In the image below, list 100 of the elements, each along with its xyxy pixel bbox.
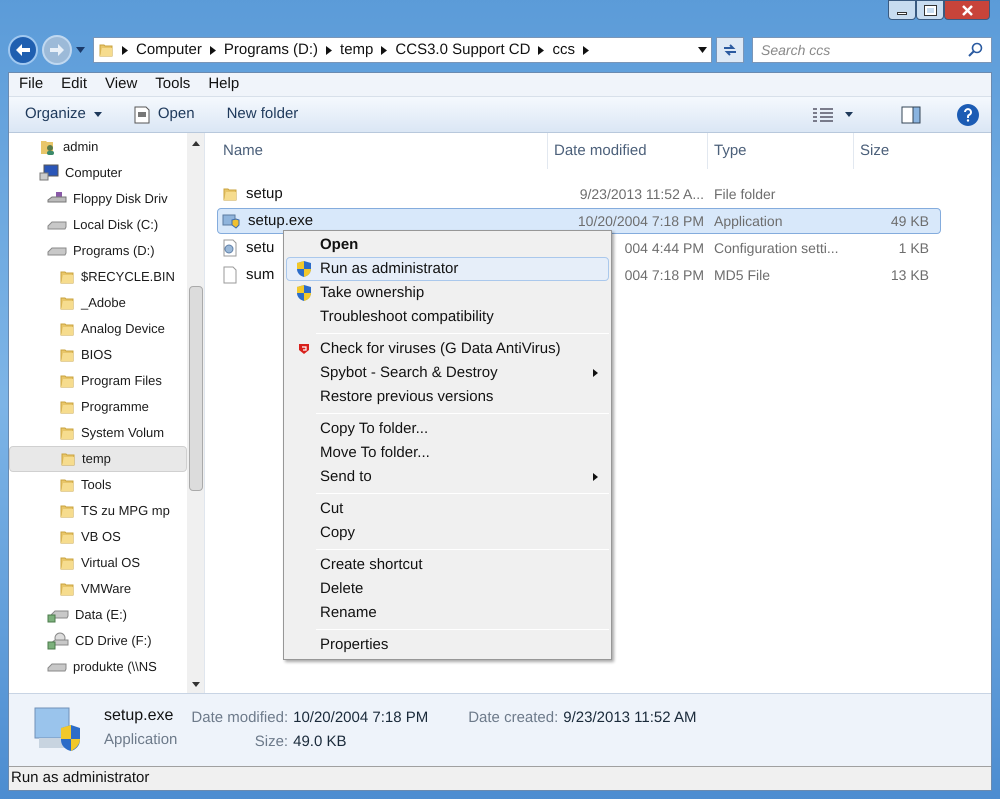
column-header[interactable]: Name: [217, 133, 547, 169]
document-icon: [134, 106, 150, 124]
context-menu-item[interactable]: Check for viruses (G Data AntiVirus): [286, 337, 609, 361]
date-cell-text: 10/20/2004 7:18 PM: [578, 212, 704, 230]
close-button[interactable]: [944, 0, 990, 20]
menu-item[interactable]: File: [11, 73, 52, 96]
search-field[interactable]: Search ccs: [752, 37, 992, 63]
folder-icon: [59, 269, 75, 285]
navigation-item[interactable]: VMWare: [9, 576, 187, 602]
navigation-item[interactable]: CD Drive (F:): [9, 628, 187, 654]
menu-item[interactable]: View: [97, 73, 146, 96]
navigation-item[interactable]: VB OS: [9, 524, 187, 550]
context-menu-item[interactable]: Properties: [286, 633, 609, 657]
context-menu-item[interactable]: Open: [286, 233, 609, 257]
back-button[interactable]: [8, 35, 38, 65]
context-menu-item[interactable]: Take ownership: [286, 281, 609, 305]
size-cell-text: 49 KB: [890, 212, 930, 230]
context-menu-item[interactable]: Troubleshoot compatibility: [286, 305, 609, 329]
context-menu-item[interactable]: Restore previous versions: [286, 385, 609, 409]
field-value: 9/23/2013 11:52 AM: [563, 708, 696, 728]
context-menu-item[interactable]: Copy: [286, 521, 609, 545]
navigation-item[interactable]: produkte (\\NS: [9, 654, 187, 680]
navigation-item[interactable]: Floppy Disk Driv: [9, 186, 187, 212]
breadcrumb[interactable]: Programs (D:): [224, 38, 318, 62]
scroll-down-icon: [192, 682, 200, 687]
scrollbar-thumb[interactable]: [188, 286, 202, 491]
context-menu-item[interactable]: Rename: [286, 601, 609, 625]
size-cell-text: 1 KB: [898, 238, 930, 258]
field-label: Date created:: [468, 708, 558, 728]
file-icon: [222, 266, 238, 284]
navigation-item[interactable]: Data (E:): [9, 602, 187, 628]
navigation-item[interactable]: Local Disk (C:): [9, 212, 187, 238]
folder-icon: [98, 42, 114, 58]
refresh-arrows-icon: [722, 43, 738, 57]
scrollbar[interactable]: [187, 133, 204, 693]
type-cell-text: MD5 File: [713, 266, 772, 284]
context-menu-item[interactable]: Run as administrator: [286, 257, 609, 281]
status-text: Run as administrator: [11, 768, 150, 788]
navigation-item[interactable]: Analog Device: [9, 316, 187, 342]
navigation-item[interactable]: _Adobe: [9, 290, 187, 316]
breadcrumb[interactable]: temp: [340, 38, 374, 62]
breadcrumb[interactable]: Computer: [136, 38, 202, 62]
context-menu-item[interactable]: Create shortcut: [286, 553, 609, 577]
chevron-right-icon: [122, 46, 128, 54]
field-value: 49.0 KB: [293, 732, 348, 752]
context-menu-item[interactable]: Cut: [286, 497, 609, 521]
search-input[interactable]: Search ccs: [761, 40, 967, 60]
navigation-item[interactable]: $RECYCLE.BIN: [9, 264, 187, 290]
file-type: Application: [104, 730, 178, 750]
navigation-item[interactable]: Programme: [9, 394, 187, 420]
context-menu-item[interactable]: Send to: [286, 465, 609, 489]
minimize-icon: [897, 12, 907, 14]
folder-icon: [59, 555, 75, 571]
navigation-item[interactable]: Computer: [9, 160, 187, 186]
help-button[interactable]: [957, 104, 979, 126]
column-header[interactable]: Type: [707, 133, 853, 169]
navigation-item[interactable]: Program Files: [9, 368, 187, 394]
breadcrumb[interactable]: ccs: [552, 38, 575, 62]
menu-item[interactable]: Edit: [53, 73, 96, 96]
file-name: setup.exe: [248, 210, 314, 231]
maximize-button[interactable]: [916, 0, 944, 20]
refresh-button[interactable]: [716, 37, 744, 63]
cd-drive-icon: [47, 632, 69, 650]
application-icon: [222, 212, 240, 230]
toolbar-button[interactable]: Open: [130, 100, 199, 128]
chevron-right-icon: [210, 46, 216, 54]
file-row[interactable]: setup.exe 10/20/2004 7:18 PM Application 49 KB: [217, 208, 941, 234]
navigation-item[interactable]: TS zu MPG mp: [9, 498, 187, 524]
menu-item[interactable]: Help: [200, 73, 248, 96]
navigation-item[interactable]: System Volum: [9, 420, 187, 446]
navigation-item[interactable]: Tools: [9, 472, 187, 498]
context-menu-item[interactable]: Spybot - Search & Destroy: [286, 361, 609, 385]
file-name[interactable]: setu: [246, 236, 274, 260]
column-header[interactable]: Size: [853, 133, 934, 169]
file-name[interactable]: sum: [246, 264, 274, 286]
address-bar[interactable]: Computer Programs (D:) temp CCS3.0 Support CD ccs: [93, 37, 712, 63]
breadcrumb[interactable]: CCS3.0 Support CD: [395, 38, 530, 62]
navigation-item[interactable]: Virtual OS: [9, 550, 187, 576]
file-name[interactable]: setup: [246, 182, 283, 206]
right-arrow-icon: [49, 43, 65, 57]
toolbar-button[interactable]: Organize: [21, 100, 106, 128]
size-cell-text: 13 KB: [890, 266, 930, 284]
navigation-item[interactable]: BIOS: [9, 342, 187, 368]
folder-icon: [59, 425, 75, 441]
navigation-item[interactable]: temp: [9, 446, 187, 472]
navigation-item[interactable]: admin: [9, 134, 187, 160]
pane-icon: [901, 106, 921, 124]
context-menu-item[interactable]: Move To folder...: [286, 441, 609, 465]
column-header[interactable]: Date modified: [547, 133, 707, 169]
toolbar-button[interactable]: New folder: [222, 100, 302, 128]
folder-icon: [60, 451, 76, 467]
folder-icon: [59, 529, 75, 545]
navigation-item[interactable]: Programs (D:): [9, 238, 187, 264]
folder-icon: [59, 581, 75, 597]
context-menu-item[interactable]: Copy To folder...: [286, 417, 609, 441]
minimize-button[interactable]: [888, 0, 916, 20]
file-name: setup.exe: [104, 706, 174, 726]
context-menu-item[interactable]: Delete: [286, 577, 609, 601]
dropdown-caret-icon: [698, 47, 707, 53]
menu-item[interactable]: Tools: [147, 73, 198, 96]
